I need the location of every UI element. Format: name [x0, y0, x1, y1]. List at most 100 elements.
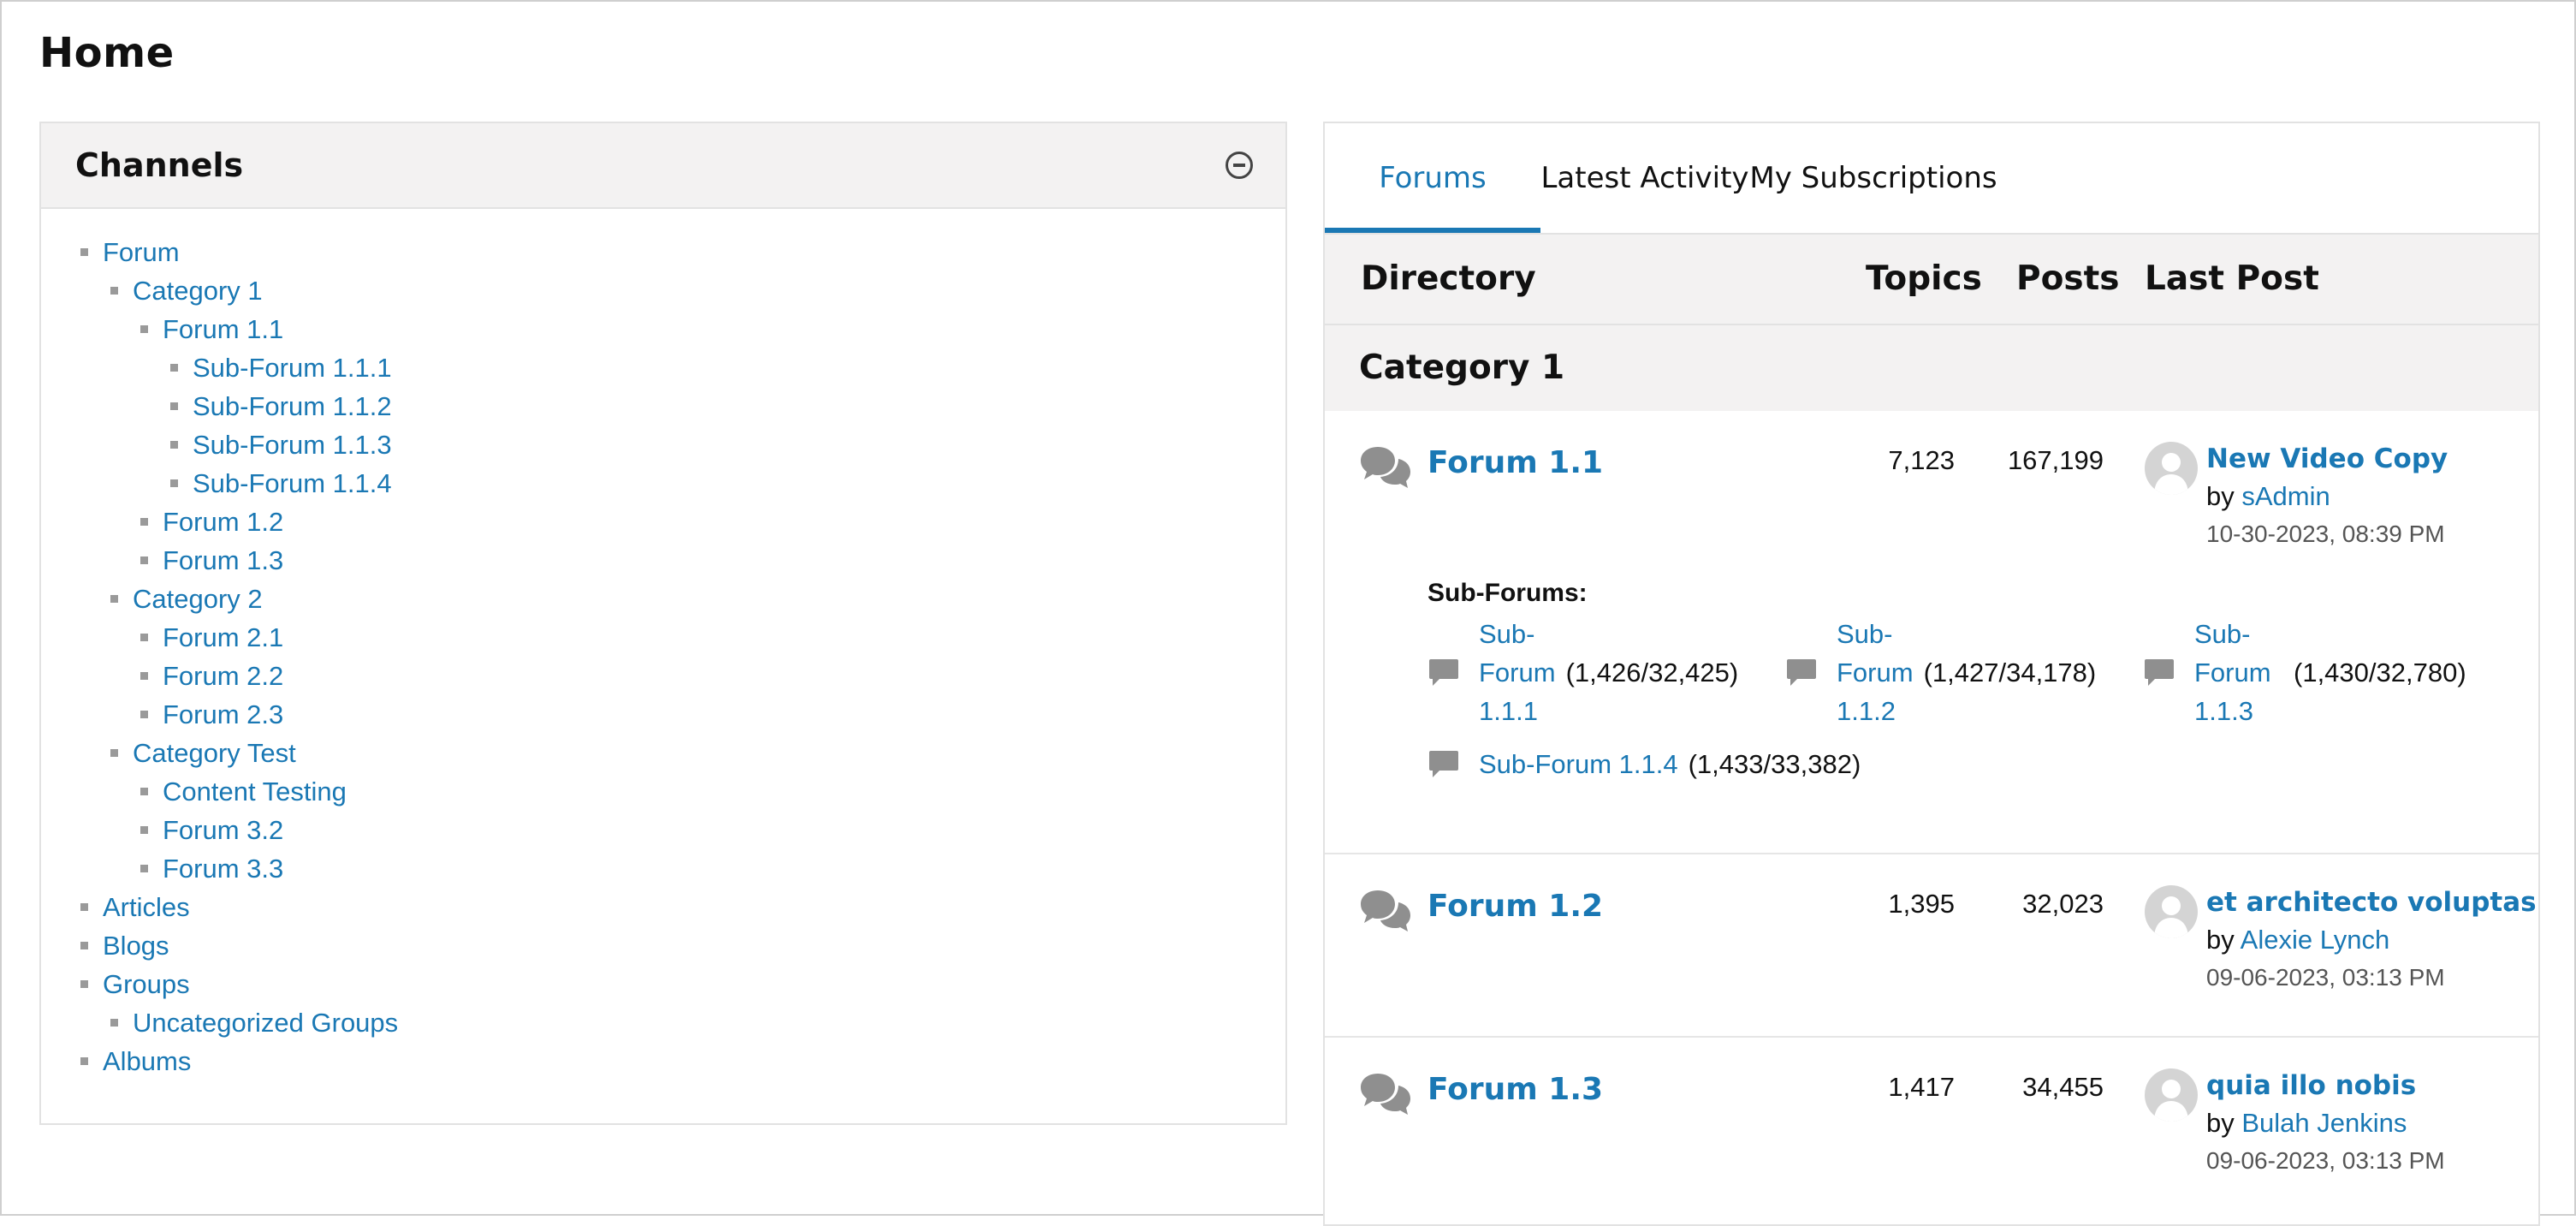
channel-item-articles[interactable]: Articles [80, 888, 190, 926]
forum-link[interactable]: Forum 1.3 [1427, 1072, 1603, 1107]
table-header: Directory Topics Posts Last Post [1325, 235, 2538, 325]
channel-item-sub-forum-1-1-1[interactable]: Sub-Forum 1.1.1 [170, 348, 392, 387]
last-post-title[interactable]: et architecto voluptas [2206, 887, 2537, 918]
channel-item-label[interactable]: Articles [103, 892, 190, 923]
subforums-label: Sub-Forums: [1427, 579, 1588, 607]
topics-count: 1,395 [1888, 889, 1955, 919]
channel-item-label[interactable]: Content Testing [163, 777, 347, 807]
subforum-link[interactable]: Sub-Forum 1.1.4 [1479, 745, 1678, 783]
square-bullet-icon [80, 980, 88, 988]
square-bullet-icon [140, 826, 148, 834]
user-avatar[interactable] [2145, 885, 2198, 938]
posts-count: 32,023 [2022, 889, 2104, 919]
channels-header: Channels [41, 123, 1285, 209]
tab-my-subscriptions[interactable]: My Subscriptions [1749, 123, 1997, 233]
subforum-count: (1,433/33,382) [1688, 748, 1861, 779]
channel-item-label[interactable]: Forum 2.2 [163, 661, 283, 692]
channel-item-label[interactable]: Groups [103, 969, 190, 1000]
last-post-title[interactable]: quia illo nobis [2206, 1070, 2416, 1101]
channel-item-sub-forum-1-1-3[interactable]: Sub-Forum 1.1.3 [170, 426, 392, 464]
subforum-item: Sub- Forum 1.1.2 (1,427/34,178) [1785, 615, 2096, 730]
subforum-link[interactable]: Sub- Forum 1.1.2 [1837, 615, 1914, 730]
forum-link[interactable]: Forum 1.2 [1427, 889, 1603, 924]
channel-item-label[interactable]: Forum 2.3 [163, 699, 283, 730]
channel-item-blogs[interactable]: Blogs [80, 926, 169, 965]
channel-item-forum-1-2[interactable]: Forum 1.2 [140, 503, 283, 541]
channels-panel: Channels Forum Category 1 Forum 1.1 Sub-… [39, 122, 1287, 1125]
last-post-byline: by Bulah Jenkins [2206, 1108, 2407, 1139]
channel-item-label[interactable]: Sub-Forum 1.1.2 [193, 391, 392, 422]
square-bullet-icon [140, 556, 148, 564]
square-bullet-icon [80, 903, 88, 911]
subforum-count: (1,427/34,178) [1923, 657, 2097, 687]
header-topics: Topics [1866, 259, 1982, 298]
forum-link[interactable]: Forum 1.1 [1427, 445, 1603, 480]
channel-item-label[interactable]: Forum 3.2 [163, 815, 283, 846]
forum-row: Forum 1.3 1,417 34,455 quia illo nobis b… [1325, 1038, 2538, 1224]
channel-item-forum-3-3[interactable]: Forum 3.3 [140, 849, 283, 888]
channel-item-category-1[interactable]: Category 1 [110, 271, 263, 310]
channel-item-label[interactable]: Sub-Forum 1.1.1 [193, 353, 392, 384]
channel-item-label[interactable]: Forum 1.2 [163, 507, 283, 538]
channel-item-content-testing[interactable]: Content Testing [140, 772, 347, 811]
subforum-link-line: 1.1.3 [2194, 696, 2253, 726]
user-avatar[interactable] [2145, 1068, 2198, 1122]
channel-item-label[interactable]: Sub-Forum 1.1.3 [193, 430, 392, 461]
topics-count: 1,417 [1888, 1072, 1955, 1102]
subforum-link-line: 1.1.1 [1479, 696, 1538, 726]
channel-item-forum-2-1[interactable]: Forum 2.1 [140, 618, 283, 657]
channel-item-label[interactable]: Category 2 [133, 584, 263, 615]
author-link[interactable]: Alexie Lynch [2241, 925, 2390, 955]
last-post-date: 09-06-2023, 03:13 PM [2206, 964, 2445, 991]
channel-item-label[interactable]: Forum 1.1 [163, 314, 283, 345]
subforum-count: (1,426/32,425) [1565, 657, 1739, 687]
square-bullet-icon [110, 749, 118, 757]
channel-item-label[interactable]: Category Test [133, 738, 296, 769]
channel-item-label[interactable]: Forum 1.3 [163, 545, 283, 576]
speech-bubble-icon [2145, 658, 2174, 686]
subforum-item: Sub- Forum 1.1.3 (1,430/32,780) [2143, 615, 2466, 730]
channel-item-forum-1-1[interactable]: Forum 1.1 [140, 310, 283, 348]
square-bullet-icon [140, 672, 148, 680]
last-post-title[interactable]: New Video Copy [2206, 443, 2448, 474]
author-link[interactable]: sAdmin [2241, 481, 2330, 511]
subforum-item: Sub- Forum 1.1.1 (1,426/32,425) [1427, 615, 1738, 730]
subforum-link[interactable]: Sub- Forum 1.1.3 [2194, 615, 2283, 730]
channel-item-label[interactable]: Albums [103, 1046, 191, 1077]
author-link[interactable]: Bulah Jenkins [2241, 1108, 2407, 1138]
tab-forums[interactable]: Forums [1325, 123, 1540, 233]
tab-latest-activity[interactable]: Latest Activity [1540, 123, 1749, 233]
channel-item-forum-1-3[interactable]: Forum 1.3 [140, 541, 283, 580]
channel-item-category-2[interactable]: Category 2 [110, 580, 263, 618]
speech-bubble-icon [1429, 658, 1458, 686]
square-bullet-icon [140, 325, 148, 333]
channel-item-label[interactable]: Forum 2.1 [163, 622, 283, 653]
channel-item-label[interactable]: Category 1 [133, 276, 263, 306]
page-title: Home [39, 29, 175, 77]
channel-item-uncategorized-groups[interactable]: Uncategorized Groups [110, 1003, 398, 1042]
channel-item-sub-forum-1-1-4[interactable]: Sub-Forum 1.1.4 [170, 464, 392, 503]
minus-circle-icon[interactable] [1226, 152, 1253, 179]
channel-item-groups[interactable]: Groups [80, 965, 190, 1003]
subforum-link-line: 1.1.2 [1837, 696, 1896, 726]
forum-row: Forum 1.2 1,395 32,023 et architecto vol… [1325, 854, 2538, 1038]
square-bullet-icon [110, 595, 118, 603]
square-bullet-icon [140, 518, 148, 526]
channel-item-label[interactable]: Sub-Forum 1.1.4 [193, 468, 392, 499]
by-label: by [2206, 481, 2235, 511]
channel-item-forum-3-2[interactable]: Forum 3.2 [140, 811, 283, 849]
user-avatar[interactable] [2145, 442, 2198, 495]
channel-item-label[interactable]: Uncategorized Groups [133, 1008, 398, 1039]
channel-item-forum[interactable]: Forum [80, 233, 180, 271]
channel-item-category-test[interactable]: Category Test [110, 734, 296, 772]
square-bullet-icon [170, 479, 178, 487]
subforum-link[interactable]: Sub- Forum 1.1.1 [1479, 615, 1556, 730]
channel-item-forum-2-3[interactable]: Forum 2.3 [140, 695, 283, 734]
chat-bubbles-icon [1361, 890, 1410, 931]
channel-item-forum-2-2[interactable]: Forum 2.2 [140, 657, 283, 695]
channel-item-label[interactable]: Forum 3.3 [163, 854, 283, 884]
channel-item-albums[interactable]: Albums [80, 1042, 191, 1080]
channel-item-label[interactable]: Forum [103, 237, 180, 268]
channel-item-sub-forum-1-1-2[interactable]: Sub-Forum 1.1.2 [170, 387, 392, 426]
channel-item-label[interactable]: Blogs [103, 931, 169, 961]
